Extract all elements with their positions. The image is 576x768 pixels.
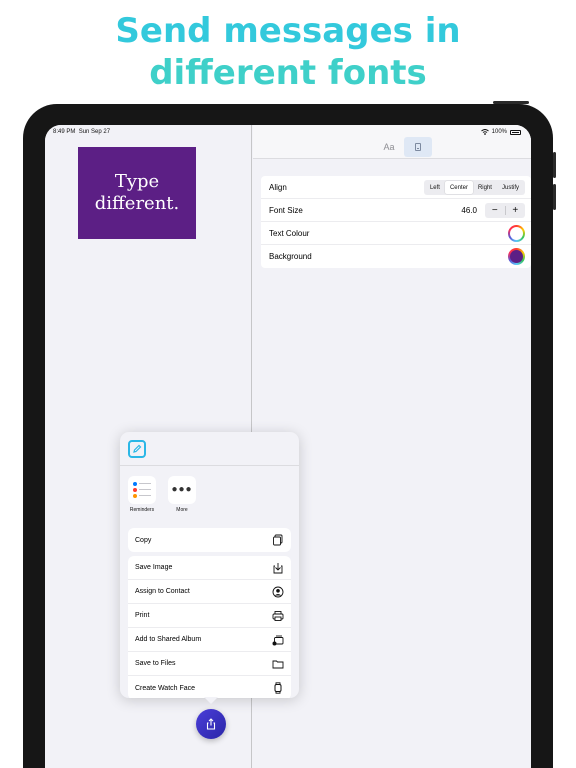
share-actions-group-1: Copy [128,528,291,552]
align-row: Align Left Center Right Justify [261,176,531,199]
tab-font[interactable]: Aa [377,137,401,157]
font-size-stepper[interactable]: − + [485,203,525,218]
watch-face-label: Create Watch Face [135,684,196,692]
watch-icon [274,682,282,694]
share-app-row: Reminders ●●● More [120,476,299,524]
share-app-reminders[interactable]: Reminders [126,476,158,513]
document-icon [415,143,421,151]
headline-line-2: different fonts [149,53,427,93]
share-sheet-header [120,432,299,466]
battery-icon [510,129,521,135]
copy-action[interactable]: Copy [128,528,291,552]
more-label: More [176,507,188,513]
align-justify-option[interactable]: Justify [497,181,524,194]
align-left-option[interactable]: Left [425,181,445,194]
battery-percent: 100% [491,129,507,135]
headline-line-1: Send messages in [115,11,461,51]
status-bar: 8:49 PM Sun Sep 27 100% [45,125,531,139]
assign-contact-action[interactable]: Assign to Contact [128,580,291,604]
preview-line-1: Type [114,171,160,192]
reminders-label: Reminders [129,507,155,513]
contact-icon [272,586,284,598]
volume-up-button [553,152,556,178]
font-size-value: 46.0 [461,206,477,215]
align-segmented-control[interactable]: Left Center Right Justify [423,180,525,195]
assign-contact-label: Assign to Contact [135,588,190,595]
app-store-screenshot: Send messages in different fonts Type di… [0,0,576,768]
reminders-icon [128,476,156,504]
text-colour-well[interactable] [508,225,525,242]
share-icon [206,718,216,730]
align-center-option[interactable]: Center [444,181,473,194]
shared-album-action[interactable]: Add to Shared Album [128,628,291,652]
text-colour-label: Text Colour [269,228,310,238]
top-button [493,101,529,104]
share-sheet: Reminders ●●● More Copy Save Image Assig… [120,432,299,698]
share-sheet-pointer [204,697,218,704]
decrement-button[interactable]: − [485,203,505,218]
save-files-label: Save to Files [135,660,176,667]
save-files-action[interactable]: Save to Files [128,652,291,676]
increment-button[interactable]: + [506,203,526,218]
more-icon: ●●● [168,476,196,504]
background-label: Background [269,252,312,261]
print-action[interactable]: Print [128,604,291,628]
volume-down-button [553,184,556,210]
status-right: 100% [480,129,521,135]
share-button[interactable] [196,709,226,739]
watch-face-action[interactable]: Create Watch Face [128,676,291,698]
copy-label: Copy [135,536,152,544]
print-label: Print [135,612,150,619]
background-row: Background [261,245,531,268]
text-colour-row: Text Colour [261,222,531,245]
pencil-icon [128,440,146,458]
wifi-icon [480,129,489,135]
shared-album-icon [272,635,284,646]
save-image-label: Save Image [135,564,173,571]
settings-list: Align Left Center Right Justify Font Siz… [261,176,531,268]
folder-icon [272,660,284,669]
printer-icon [272,611,284,621]
preview-line-2: different. [94,193,180,214]
shared-album-label: Add to Shared Album [135,636,202,643]
copy-icon [273,534,283,546]
share-app-more[interactable]: ●●● More [166,476,198,513]
align-right-option[interactable]: Right [473,181,497,194]
text-preview-image[interactable]: Type different. [78,147,196,239]
save-image-action[interactable]: Save Image [128,556,291,580]
background-colour-well[interactable] [508,248,525,265]
tab-document[interactable] [404,137,432,157]
share-actions-group-2: Save Image Assign to Contact Print Add t… [128,556,291,698]
font-size-row: Font Size 46.0 − + [261,199,531,222]
status-time: 8:49 PM Sun Sep 27 [53,129,111,135]
save-image-icon [273,563,283,574]
